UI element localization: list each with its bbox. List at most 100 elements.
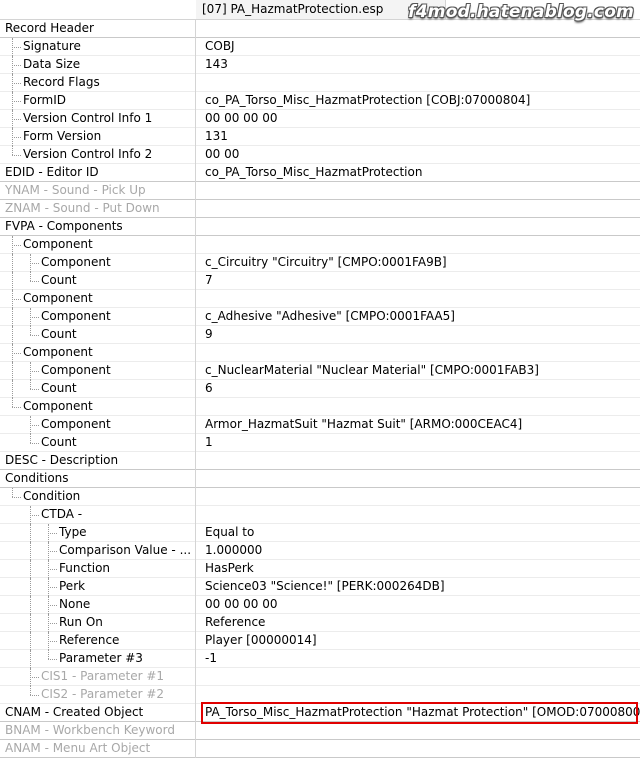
tree-row[interactable]: FVPA - Components	[0, 218, 640, 236]
tree-row[interactable]: Count 6	[0, 380, 640, 398]
tree-row[interactable]: Component c_Circuitry "Circuitry" [CMPO:0…	[0, 254, 640, 272]
tree-row-label-cell: None	[0, 596, 196, 614]
tree-row-value[interactable]: Science03 "Science!" [PERK:000264DB]	[197, 578, 640, 596]
tree-row[interactable]: Component c_Adhesive "Adhesive" [CMPO:000…	[0, 308, 640, 326]
tree-row[interactable]: Parameter #3 -1	[0, 650, 640, 668]
tree-row-value[interactable]: c_NuclearMaterial "Nuclear Material" [CM…	[197, 362, 640, 380]
tree-row-label-cell: CTDA -	[0, 506, 196, 524]
tree-row[interactable]: Comparison Value - ... 1.000000	[0, 542, 640, 560]
tree-row[interactable]: Count 1	[0, 434, 640, 452]
tree-row-label-cell: Component	[0, 362, 196, 380]
tree-row-value[interactable]	[197, 740, 640, 758]
tree-row-value[interactable]	[197, 722, 640, 740]
tree-row-value[interactable]: 1.000000	[197, 542, 640, 560]
tree-row[interactable]: Version Control Info 1 00 00 00 00	[0, 110, 640, 128]
tree-row-label-cell: Comparison Value - ...	[0, 542, 196, 560]
tree-row-label: BNAM - Workbench Keyword	[5, 723, 175, 737]
tree-row-value[interactable]: 1	[197, 434, 640, 452]
tree-row[interactable]: Count 9	[0, 326, 640, 344]
tree-row-value[interactable]	[197, 200, 640, 218]
tree-row-value[interactable]: 7	[197, 272, 640, 290]
tree-row[interactable]: BNAM - Workbench Keyword	[0, 722, 640, 740]
tree-row-value[interactable]	[197, 506, 640, 524]
tree-row[interactable]: Count 7	[0, 272, 640, 290]
tree-row[interactable]: Record Header	[0, 20, 640, 38]
tree-row[interactable]: Component Armor_HazmatSuit "Hazmat Suit" …	[0, 416, 640, 434]
tree-row[interactable]: ANAM - Menu Art Object	[0, 740, 640, 758]
tree-row-value[interactable]: co_PA_Torso_Misc_HazmatProtection [COBJ:…	[197, 92, 640, 110]
tree-row-value[interactable]	[197, 668, 640, 686]
tree-row[interactable]: Function HasPerk	[0, 560, 640, 578]
tree-connector-line	[30, 335, 39, 336]
tree-connector-line	[12, 83, 21, 84]
tree-row[interactable]: Component	[0, 398, 640, 416]
tree-row-value[interactable]: COBJ	[197, 38, 640, 56]
tree-row-value[interactable]	[197, 452, 640, 470]
tree-row-value[interactable]: HasPerk	[197, 560, 640, 578]
tree-row-value[interactable]	[197, 236, 640, 254]
tree-row[interactable]: Data Size 143	[0, 56, 640, 74]
tree-row-value[interactable]: 00 00 00 00	[197, 596, 640, 614]
tree-row-value[interactable]	[197, 488, 640, 506]
tree-row[interactable]: Condition	[0, 488, 640, 506]
tree-connector-line	[48, 587, 57, 588]
tree-row[interactable]: DESC - Description	[0, 452, 640, 470]
tree-row-value[interactable]: Armor_HazmatSuit "Hazmat Suit" [ARMO:000…	[197, 416, 640, 434]
tree-row[interactable]: Component c_NuclearMaterial "Nuclear Mate…	[0, 362, 640, 380]
tree-row-label: CIS2 - Parameter #2	[41, 687, 165, 701]
tree-row[interactable]: Component	[0, 290, 640, 308]
tree-row[interactable]: None 00 00 00 00	[0, 596, 640, 614]
tree-row-value[interactable]	[197, 20, 640, 38]
tree-row-value[interactable]: Equal to	[197, 524, 640, 542]
tree-row[interactable]: CIS1 - Parameter #1	[0, 668, 640, 686]
tree-row-value[interactable]: co_PA_Torso_Misc_HazmatProtection	[197, 164, 640, 182]
tree-row-value[interactable]: PA_Torso_Misc_HazmatProtection "Hazmat P…	[197, 704, 640, 722]
tree-row-value[interactable]: 6	[197, 380, 640, 398]
tree-row-value[interactable]: 143	[197, 56, 640, 74]
tree-connector-line	[12, 155, 21, 156]
tree-row-label: Component	[41, 417, 111, 431]
tree-row[interactable]: Perk Science03 "Science!" [PERK:000264DB]	[0, 578, 640, 596]
tree-row-value[interactable]	[197, 398, 640, 416]
tree-row-value[interactable]	[197, 182, 640, 200]
tree-row[interactable]: Run On Reference	[0, 614, 640, 632]
tree-row-value[interactable]: 00 00	[197, 146, 640, 164]
tree-row-value[interactable]: 9	[197, 326, 640, 344]
tree-row-value[interactable]: Reference	[197, 614, 640, 632]
tree-row-label-cell: Component	[0, 290, 196, 308]
tree-row[interactable]: Version Control Info 2 00 00	[0, 146, 640, 164]
tree-row[interactable]: Reference Player [00000014]	[0, 632, 640, 650]
tree-row-value[interactable]: c_Adhesive "Adhesive" [CMPO:0001FAA5]	[197, 308, 640, 326]
tree-connector-line	[48, 650, 49, 659]
tree-row-value[interactable]: 00 00 00 00	[197, 110, 640, 128]
tree-row[interactable]: YNAM - Sound - Pick Up	[0, 182, 640, 200]
tree-row-value[interactable]: -1	[197, 650, 640, 668]
tree-row[interactable]: Conditions	[0, 470, 640, 488]
tree-row-label: Component	[23, 399, 93, 413]
tree-row-value[interactable]: c_Circuitry "Circuitry" [CMPO:0001FA9B]	[197, 254, 640, 272]
tree-row[interactable]: Component	[0, 344, 640, 362]
tree-row[interactable]: Form Version 131	[0, 128, 640, 146]
tree-row-value[interactable]	[197, 344, 640, 362]
tree-row-value[interactable]	[197, 686, 640, 704]
tree-row[interactable]: ZNAM - Sound - Put Down	[0, 200, 640, 218]
tree-row-value[interactable]: Player [00000014]	[197, 632, 640, 650]
tree-row-label: Parameter #3	[59, 651, 143, 665]
tree-row[interactable]: Record Flags	[0, 74, 640, 92]
tree-row-value[interactable]	[197, 218, 640, 236]
tree-row-value[interactable]	[197, 290, 640, 308]
tree-row[interactable]: CNAM - Created Object PA_Torso_Misc_Hazma…	[0, 704, 640, 722]
tree-row[interactable]: Signature COBJ	[0, 38, 640, 56]
tree-row[interactable]: Type Equal to	[0, 524, 640, 542]
tree-row-label: Signature	[23, 39, 81, 53]
tree-row[interactable]: CTDA -	[0, 506, 640, 524]
tree-row[interactable]: FormID co_PA_Torso_Misc_HazmatProtection …	[0, 92, 640, 110]
tree-connector-line	[30, 515, 39, 516]
tree-row-value[interactable]: 131	[197, 128, 640, 146]
tree-row-value[interactable]	[197, 470, 640, 488]
tree-row-value[interactable]	[197, 74, 640, 92]
tree-row[interactable]: EDID - Editor ID co_PA_Torso_Misc_HazmatP…	[0, 164, 640, 182]
tree-row[interactable]: Component	[0, 236, 640, 254]
tree-row[interactable]: CIS2 - Parameter #2	[0, 686, 640, 704]
tree-connector-line	[30, 695, 39, 696]
